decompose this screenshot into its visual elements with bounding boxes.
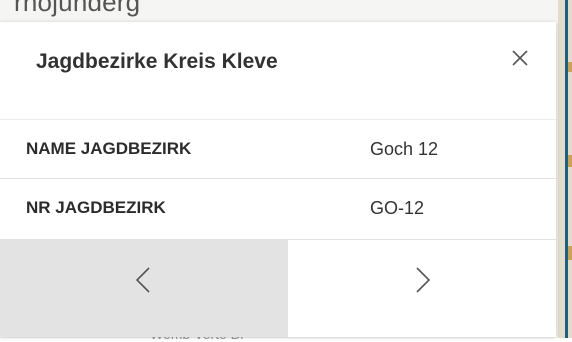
map-edge-mark <box>568 62 572 72</box>
popup-header: Jagdbezirke Kreis Kleve <box>0 22 556 119</box>
previous-feature-button[interactable] <box>0 240 288 337</box>
close-button[interactable] <box>498 36 542 80</box>
attribute-row: NAME JAGDBEZIRK Goch 12 <box>0 119 556 179</box>
attribute-name: NR JAGDBEZIRK <box>26 198 166 218</box>
feature-popup: Jagdbezirke Kreis Kleve NAME JAGDBEZIRK … <box>0 22 556 337</box>
chevron-right-icon <box>416 267 431 293</box>
close-icon <box>512 50 528 66</box>
attribute-table: NAME JAGDBEZIRK Goch 12 NR JAGDBEZIRK GO… <box>0 119 556 238</box>
next-feature-button[interactable] <box>288 240 556 337</box>
map-boundary-line <box>565 0 568 338</box>
attribute-value: GO-12 <box>370 197 425 218</box>
attribute-value: Goch 12 <box>370 138 439 159</box>
map-edge-mark <box>568 246 572 260</box>
attribute-name: NAME JAGDBEZIRK <box>26 139 192 158</box>
chevron-left-icon <box>135 267 150 293</box>
attribute-row: NR JAGDBEZIRK GO-12 <box>0 178 556 238</box>
feature-navigation <box>0 239 556 337</box>
map-label-top: rhojunderg <box>14 0 141 17</box>
map-edge-mark <box>568 155 572 167</box>
popup-title: Jagdbezirke Kreis Kleve <box>36 50 278 73</box>
